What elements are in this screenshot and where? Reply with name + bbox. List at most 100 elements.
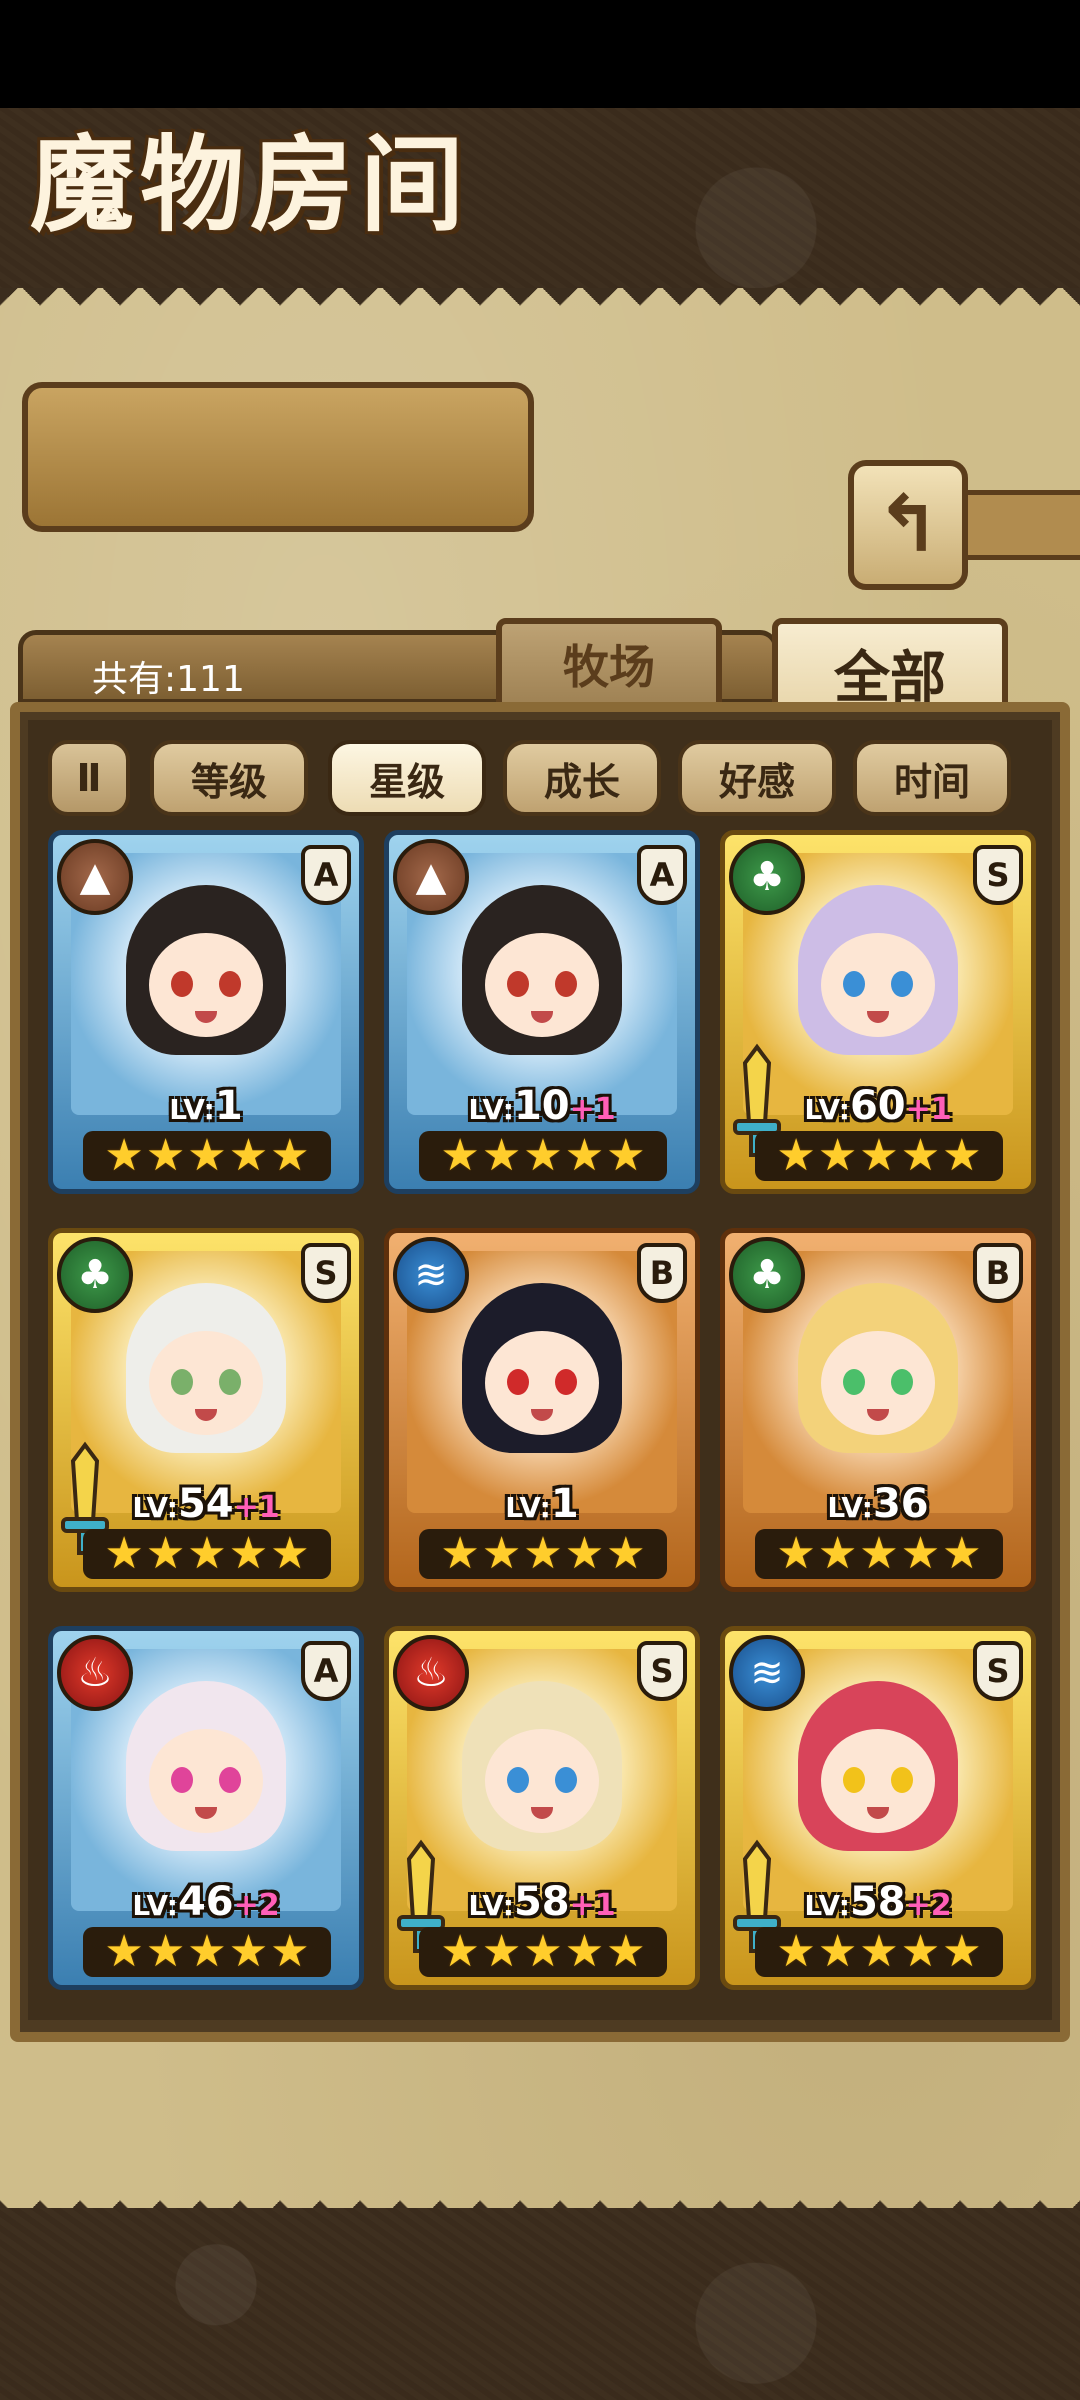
monster-card[interactable]: ♣ B LV:36 ★ ★ ★ ★ ★ bbox=[720, 1228, 1036, 1592]
rank-badge: A bbox=[301, 1641, 351, 1701]
title-plate bbox=[22, 362, 534, 602]
level-bonus: +2 bbox=[233, 1888, 280, 1923]
level-value: 60 bbox=[849, 1083, 906, 1129]
sort-star-button[interactable]: 星级 bbox=[328, 740, 486, 816]
star-rating: ★ ★ ★ ★ ★ bbox=[83, 1927, 331, 1977]
monster-card[interactable]: ▲ A LV:1 ★ ★ ★ ★ ★ bbox=[48, 830, 364, 1194]
level-bonus: +1 bbox=[905, 1092, 952, 1127]
back-arrow-icon: ↰ bbox=[875, 480, 941, 570]
star-rating: ★ ★ ★ ★ ★ bbox=[419, 1927, 667, 1977]
level-prefix: LV: bbox=[468, 1093, 514, 1126]
sort-affection-button[interactable]: 好感 bbox=[678, 740, 836, 816]
monster-card[interactable]: ♣ S LV:54+1 ★ ★ ★ ★ ★ bbox=[48, 1228, 364, 1592]
monster-eye bbox=[171, 971, 193, 997]
monster-card[interactable]: ≋ S LV:58+2 ★ ★ ★ ★ ★ bbox=[720, 1626, 1036, 1990]
rank-badge: S bbox=[301, 1243, 351, 1303]
star-icon: ★ bbox=[817, 1926, 858, 1977]
level-value: 1 bbox=[214, 1083, 243, 1129]
star-rating: ★ ★ ★ ★ ★ bbox=[83, 1131, 331, 1181]
star-icon: ★ bbox=[145, 1528, 186, 1579]
level-value: 54 bbox=[177, 1481, 234, 1527]
monster-level: LV:1 bbox=[389, 1481, 695, 1527]
back-button-rail bbox=[968, 490, 1080, 560]
star-icon: ★ bbox=[942, 1926, 982, 1977]
sort-level-button[interactable]: 等级 bbox=[150, 740, 308, 816]
monster-eye bbox=[843, 971, 865, 997]
star-icon: ★ bbox=[859, 1528, 899, 1579]
monster-level: LV:36 bbox=[725, 1481, 1031, 1527]
earth-element-icon: ▲ bbox=[393, 839, 469, 915]
level-prefix: LV: bbox=[804, 1889, 850, 1922]
star-icon: ★ bbox=[228, 1926, 269, 1977]
star-icon: ★ bbox=[606, 1926, 646, 1977]
rank-badge: S bbox=[973, 1641, 1023, 1701]
rank-badge: A bbox=[301, 845, 351, 905]
back-button[interactable]: ↰ bbox=[848, 460, 968, 590]
monster-level: LV:46+2 bbox=[53, 1879, 359, 1925]
star-icon: ★ bbox=[187, 1130, 227, 1181]
monster-card[interactable]: ▲ A LV:10+1 ★ ★ ★ ★ ★ bbox=[384, 830, 700, 1194]
star-icon: ★ bbox=[228, 1528, 269, 1579]
sort-time-button[interactable]: 时间 bbox=[853, 740, 1011, 816]
level-prefix: LV: bbox=[827, 1491, 873, 1524]
star-icon: ★ bbox=[145, 1926, 186, 1977]
star-icon: ★ bbox=[776, 1130, 816, 1181]
sort-growth-button[interactable]: 成长 bbox=[503, 740, 661, 816]
title-plate-frame bbox=[22, 382, 534, 532]
rank-badge: S bbox=[637, 1641, 687, 1701]
star-icon: ★ bbox=[145, 1130, 186, 1181]
star-icon: ★ bbox=[440, 1130, 480, 1181]
rank-badge: A bbox=[637, 845, 687, 905]
monster-eye bbox=[219, 1369, 241, 1395]
wood-element-icon: ♣ bbox=[729, 839, 805, 915]
monster-eye bbox=[219, 1767, 241, 1793]
rank-badge: B bbox=[637, 1243, 687, 1303]
map-background-bottom bbox=[0, 2208, 1080, 2400]
level-value: 10 bbox=[513, 1083, 570, 1129]
star-icon: ★ bbox=[104, 1926, 144, 1977]
monster-level: LV:10+1 bbox=[389, 1083, 695, 1129]
star-icon: ★ bbox=[104, 1130, 144, 1181]
monster-count: 共有:111 bbox=[92, 659, 245, 700]
star-icon: ★ bbox=[900, 1130, 941, 1181]
star-rating: ★ ★ ★ ★ ★ bbox=[83, 1529, 331, 1579]
wood-element-icon: ♣ bbox=[57, 1237, 133, 1313]
star-icon: ★ bbox=[900, 1926, 941, 1977]
level-prefix: LV: bbox=[132, 1889, 178, 1922]
star-icon: ★ bbox=[481, 1528, 522, 1579]
star-icon: ★ bbox=[481, 1130, 522, 1181]
monster-card[interactable]: ♣ S LV:60+1 ★ ★ ★ ★ ★ bbox=[720, 830, 1036, 1194]
star-icon: ★ bbox=[776, 1926, 816, 1977]
sort-order-toggle[interactable]: Ⅱ bbox=[48, 740, 130, 816]
monster-eye bbox=[891, 1767, 913, 1793]
level-bonus: +1 bbox=[569, 1888, 616, 1923]
monster-level: LV:60+1 bbox=[725, 1083, 1031, 1129]
monster-eye bbox=[171, 1369, 193, 1395]
level-bonus: +2 bbox=[905, 1888, 952, 1923]
star-icon: ★ bbox=[440, 1528, 480, 1579]
level-bonus: +1 bbox=[233, 1490, 280, 1525]
star-icon: ★ bbox=[859, 1926, 899, 1977]
monster-card[interactable]: ≋ B LV:1 ★ ★ ★ ★ ★ bbox=[384, 1228, 700, 1592]
star-icon: ★ bbox=[564, 1926, 605, 1977]
star-icon: ★ bbox=[900, 1528, 941, 1579]
star-icon: ★ bbox=[523, 1926, 563, 1977]
star-icon: ★ bbox=[564, 1130, 605, 1181]
level-value: 1 bbox=[550, 1481, 579, 1527]
tab-pasture[interactable]: 牧场 bbox=[496, 618, 722, 710]
star-rating: ★ ★ ★ ★ ★ bbox=[755, 1529, 1003, 1579]
page-title: 魔物房间 bbox=[30, 123, 471, 246]
level-value: 58 bbox=[849, 1879, 906, 1925]
monster-eye bbox=[555, 1369, 577, 1395]
star-rating: ★ ★ ★ ★ ★ bbox=[755, 1131, 1003, 1181]
star-rating: ★ ★ ★ ★ ★ bbox=[755, 1927, 1003, 1977]
star-icon: ★ bbox=[776, 1528, 816, 1579]
star-icon: ★ bbox=[481, 1926, 522, 1977]
rank-badge: S bbox=[973, 845, 1023, 905]
monster-card[interactable]: ♨ S LV:58+1 ★ ★ ★ ★ ★ bbox=[384, 1626, 700, 1990]
monster-eye bbox=[507, 971, 529, 997]
monster-eye bbox=[507, 1369, 529, 1395]
star-icon: ★ bbox=[228, 1130, 269, 1181]
monster-card[interactable]: ♨ A LV:46+2 ★ ★ ★ ★ ★ bbox=[48, 1626, 364, 1990]
star-rating: ★ ★ ★ ★ ★ bbox=[419, 1131, 667, 1181]
